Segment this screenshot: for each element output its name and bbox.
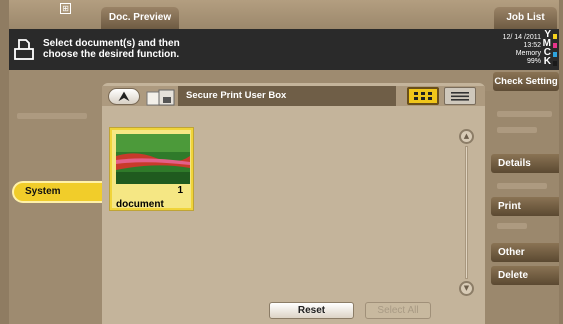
- other-button[interactable]: Other: [491, 243, 559, 262]
- toner-letter-k: K: [543, 56, 551, 67]
- print-button[interactable]: Print: [491, 197, 559, 216]
- up-arrow-icon[interactable]: ⮝: [108, 88, 140, 105]
- system-tab[interactable]: System: [12, 181, 105, 203]
- delete-button[interactable]: Delete: [491, 266, 559, 285]
- toner-bar-y: [553, 34, 557, 39]
- grid-icon[interactable]: ⊞: [60, 3, 71, 14]
- tab-job-list[interactable]: Job List: [494, 7, 557, 29]
- reset-button[interactable]: Reset: [269, 302, 354, 319]
- box-folder-icon: [146, 89, 175, 106]
- toner-bar-m: [553, 43, 557, 48]
- grid-view-icon[interactable]: [407, 87, 439, 105]
- box-document-icon: [14, 39, 34, 60]
- message-text: Select document(s) and then choose the d…: [43, 38, 180, 60]
- ghost-item: [497, 111, 552, 117]
- details-button[interactable]: Details: [491, 154, 559, 173]
- document-thumbnail[interactable]: 1 document: [110, 128, 193, 210]
- scrollbar-track[interactable]: [465, 146, 468, 279]
- left-panel: [9, 83, 102, 324]
- document-name: document: [116, 199, 164, 210]
- document-preview-image: [116, 134, 190, 184]
- list-view-icon[interactable]: [444, 87, 476, 105]
- document-count: 1: [177, 185, 183, 196]
- top-bar: [9, 0, 559, 30]
- toner-bar-c: [553, 52, 557, 57]
- ghost-item: [17, 113, 87, 119]
- status-panel: 12/ 14 /2011 13:52 Memory 99% Y M C K: [485, 29, 559, 70]
- box-title: Secure Print User Box: [178, 86, 396, 106]
- tab-doc-preview[interactable]: Doc. Preview: [101, 7, 179, 29]
- ghost-item: [497, 223, 527, 229]
- select-all-button[interactable]: Select All: [365, 302, 431, 319]
- ghost-item: [497, 127, 537, 133]
- memory-percent: 99%: [526, 58, 541, 65]
- grid-view-glyph: [414, 92, 432, 100]
- scroll-up-icon[interactable]: ▲: [459, 129, 474, 144]
- message-bar: Select document(s) and then choose the d…: [9, 29, 485, 70]
- list-view-glyph: [451, 92, 469, 101]
- check-setting-button[interactable]: Check Setting: [493, 72, 559, 91]
- ghost-item: [497, 183, 547, 189]
- toner-bar-k: [553, 61, 557, 66]
- scroll-down-icon[interactable]: ▼: [459, 281, 474, 296]
